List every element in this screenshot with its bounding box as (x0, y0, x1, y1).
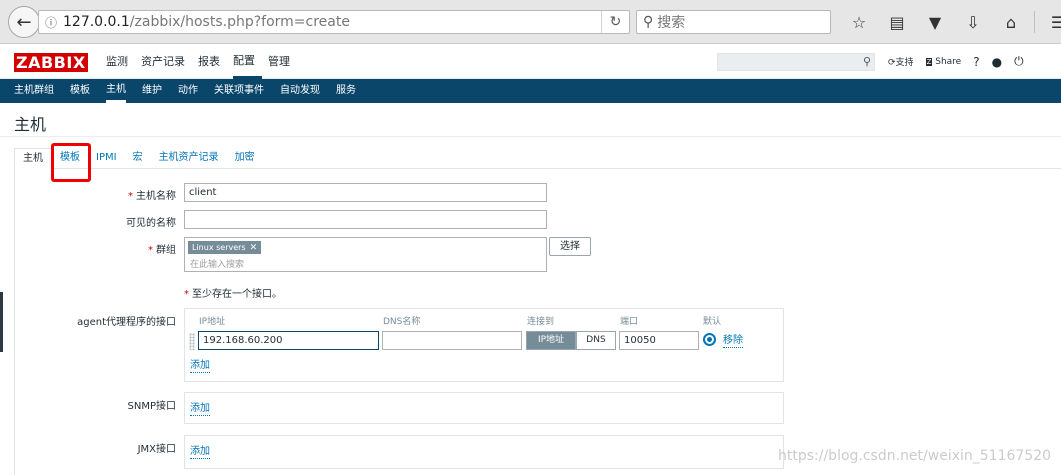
menu-inventory[interactable]: 资产记录 (141, 44, 192, 79)
url-path: /zabbix/hosts.php?form=create (129, 14, 350, 30)
add-jmx-interface-link[interactable]: 添加 (190, 446, 210, 459)
support-icon: ⟳ (888, 58, 896, 68)
jmx-interface-label: JMX接口 (137, 444, 176, 455)
page-title: 主机 (14, 115, 47, 134)
col-default-header: 默认 (703, 317, 722, 327)
search-icon: ⚲ (862, 55, 871, 68)
col-connect-header: 连接到 (527, 317, 555, 327)
subnav-templates[interactable]: 模板 (70, 79, 90, 103)
port-input[interactable]: 10050 (619, 331, 699, 350)
connect-ip-toggle[interactable]: IP地址 (526, 331, 576, 350)
remove-interface-link[interactable]: 移除 (723, 335, 743, 348)
pocket-icon[interactable]: ▼ (916, 10, 954, 34)
host-name-label: * 主机名称 (128, 191, 176, 202)
home-icon[interactable]: ⌂ (992, 10, 1030, 34)
reading-list-icon[interactable]: ▤ (878, 10, 916, 34)
download-icon[interactable]: ⇩ (954, 10, 992, 34)
menu-configuration[interactable]: 配置 (233, 44, 262, 79)
divider (0, 136, 1061, 137)
browser-toolbar: ← ⓘ 127.0.0.1/zabbix/hosts.php?form=crea… (0, 0, 1061, 44)
sub-navigation: 主机群组 模板 主机 维护 动作 关联项事件 自动发现 服务 (0, 79, 1061, 103)
support-link[interactable]: ⟳支持 (888, 55, 914, 68)
interface-note: * 至少存在一个接口。 (184, 289, 282, 300)
tab-inventory[interactable]: 主机资产记录 (151, 148, 227, 169)
browser-search-placeholder: 搜索 (657, 15, 686, 31)
subnav-hosts[interactable]: 主机 (106, 79, 126, 103)
menu-administration[interactable]: 管理 (268, 44, 297, 79)
col-ip-header: IP地址 (199, 317, 226, 327)
form-tabs: 主机 模板 IPMI 宏 主机资产记录 加密 (14, 148, 1061, 169)
agent-interface-label: agent代理程序的接口 (77, 317, 176, 328)
snmp-interface-box: 添加 (184, 392, 784, 424)
groups-search-placeholder[interactable]: 在此输入搜索 (190, 257, 244, 270)
bookmark-star-icon[interactable]: ☆ (840, 10, 878, 34)
visible-name-input[interactable] (184, 210, 547, 229)
info-icon: ⓘ (44, 15, 57, 30)
tab-encryption[interactable]: 加密 (227, 148, 263, 169)
back-icon[interactable]: ← (8, 6, 40, 38)
subnav-correlation[interactable]: 关联项事件 (214, 79, 264, 103)
group-chip: Linux servers ✕ (188, 241, 262, 254)
window-edge (0, 292, 3, 352)
col-dns-header: DNS名称 (383, 317, 421, 327)
tab-host[interactable]: 主机 (14, 148, 52, 169)
browser-search-input[interactable]: ⚲ 搜索 (636, 10, 831, 34)
menu-monitoring[interactable]: 监测 (106, 44, 135, 79)
zabbix-header: ZABBIX 监测 资产记录 报表 配置 管理 ⚲ ⟳支持 Z Share ? … (0, 44, 1061, 79)
dns-name-input[interactable] (382, 331, 522, 350)
subnav-services[interactable]: 服务 (336, 79, 356, 103)
zabbix-logo[interactable]: ZABBIX (14, 53, 88, 72)
tab-ipmi[interactable]: IPMI (88, 148, 125, 169)
top-menu: 监测 资产记录 报表 配置 管理 (106, 44, 303, 79)
select-groups-button[interactable]: 选择 (549, 237, 591, 256)
header-search-input[interactable]: ⚲ (717, 53, 875, 71)
address-bar[interactable]: ⓘ 127.0.0.1/zabbix/hosts.php?form=create… (38, 10, 630, 34)
url-host: 127.0.0.1 (63, 14, 130, 30)
toolbar-separator (1034, 11, 1035, 33)
remove-chip-icon[interactable]: ✕ (250, 243, 258, 253)
groups-label: * 群组 (148, 245, 176, 256)
user-profile-icon[interactable]: ● (992, 55, 1002, 69)
default-radio[interactable] (703, 333, 716, 346)
menu-reports[interactable]: 报表 (198, 44, 227, 79)
agent-interface-box: IP地址 DNS名称 连接到 端口 默认 192.168.60.200 IP地址… (184, 308, 784, 382)
col-port-header: 端口 (620, 317, 639, 327)
share-icon: Z (925, 57, 933, 66)
add-snmp-interface-link[interactable]: 添加 (190, 403, 210, 416)
tab-macros[interactable]: 宏 (125, 148, 151, 169)
host-name-input[interactable]: client (184, 183, 547, 202)
reload-icon[interactable]: ↻ (601, 11, 629, 33)
watermark: https://blog.csdn.net/weixin_51167520 (778, 448, 1052, 464)
connect-dns-toggle[interactable]: DNS (576, 331, 616, 350)
share-link[interactable]: Z Share (925, 57, 961, 67)
subnav-discovery[interactable]: 自动发现 (280, 79, 320, 103)
help-icon[interactable]: ? (973, 55, 979, 69)
subnav-maintenance[interactable]: 维护 (142, 79, 162, 103)
sign-out-icon[interactable]: ⏻ (1014, 54, 1024, 69)
jmx-interface-box: 添加 (184, 435, 784, 469)
menu-icon[interactable]: ☰ (1039, 10, 1061, 34)
required-mark: * (148, 245, 153, 256)
snmp-interface-label: SNMP接口 (127, 401, 177, 412)
drag-handle-icon[interactable] (189, 333, 195, 350)
subnav-host-groups[interactable]: 主机群组 (14, 79, 54, 103)
required-mark: * (128, 191, 133, 202)
add-agent-interface-link[interactable]: 添加 (190, 360, 210, 373)
ip-address-input[interactable]: 192.168.60.200 (198, 331, 379, 350)
subnav-actions[interactable]: 动作 (178, 79, 198, 103)
groups-multiselect[interactable]: Linux servers ✕ 在此输入搜索 (184, 237, 547, 272)
visible-name-label: 可见的名称 (126, 218, 176, 229)
search-icon: ⚲ (643, 14, 654, 30)
